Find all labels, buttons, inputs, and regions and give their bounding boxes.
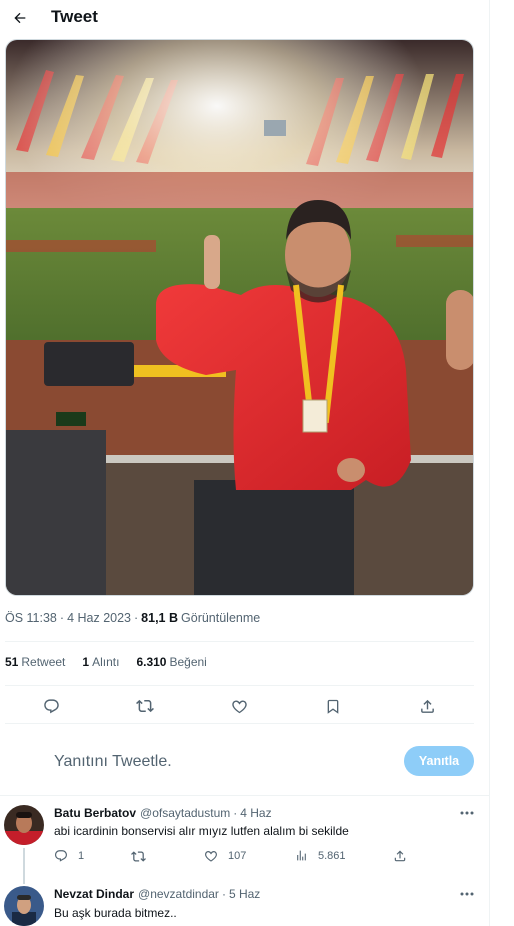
- reply-author-name[interactable]: Batu Berbatov: [54, 806, 136, 820]
- page-title: Tweet: [51, 7, 98, 26]
- reply-text: Bu aşk burada bitmez..: [54, 906, 177, 920]
- share-button[interactable]: [414, 693, 440, 719]
- tweet-time[interactable]: ÖS 11:38: [5, 611, 57, 625]
- page-header: Tweet: [0, 0, 489, 36]
- divider: [5, 641, 474, 642]
- divider: [0, 795, 489, 796]
- reply-submit-button[interactable]: Yanıtla: [404, 746, 474, 776]
- reply-reply-button[interactable]: 1: [54, 849, 84, 863]
- avatar[interactable]: [4, 886, 44, 926]
- more-options-button[interactable]: [456, 887, 478, 901]
- tweet-action-bar: [5, 690, 474, 720]
- reply-author-handle[interactable]: @ofsaytadustum: [140, 806, 230, 820]
- quote-stat[interactable]: 1 Alıntı: [82, 655, 119, 669]
- views-chart-icon: [297, 850, 306, 861]
- reply-time[interactable]: 5 Haz: [229, 887, 260, 901]
- reply-time[interactable]: 4 Haz: [240, 806, 271, 820]
- like-icon: [231, 699, 247, 713]
- retweet-icon: [136, 699, 154, 713]
- reply-author-handle[interactable]: @nevzatdindar: [138, 887, 219, 901]
- stadium-photo-illustration: [6, 40, 473, 595]
- tweet-stats: 51 Retweet 1 Alıntı 6.310 Beğeni: [5, 655, 224, 669]
- like-stat[interactable]: 6.310 Beğeni: [136, 655, 206, 669]
- reply-composer: Yanıtla: [0, 735, 489, 790]
- divider: [5, 685, 474, 686]
- reply-input[interactable]: [54, 751, 354, 773]
- more-icon: [460, 811, 474, 815]
- tweet-date[interactable]: 4 Haz 2023: [67, 611, 131, 625]
- reply-header: Batu Berbatov @ofsaytadustum · 4 Haz: [54, 806, 272, 820]
- reply-header: Nevzat Dindar @nevzatdindar · 5 Haz: [54, 887, 261, 901]
- retweet-icon: [131, 851, 146, 862]
- reply-retweet-button[interactable]: [131, 849, 156, 864]
- reply-action-bar: 1 107 5.861: [0, 849, 489, 869]
- more-options-button[interactable]: [456, 806, 478, 820]
- reply-text: abi icardinin bonservisi alır mıyız lutf…: [54, 824, 349, 838]
- arrow-left-icon: [14, 12, 26, 24]
- retweet-button[interactable]: [132, 693, 158, 719]
- more-icon: [460, 892, 474, 896]
- reply-button[interactable]: [38, 693, 64, 719]
- share-icon: [394, 850, 406, 862]
- views-count: 81,1 B: [141, 611, 179, 625]
- reply-icon: [43, 698, 59, 713]
- like-icon: [205, 851, 217, 862]
- back-button[interactable]: [4, 2, 36, 34]
- avatar[interactable]: [4, 805, 44, 845]
- reply-author-name[interactable]: Nevzat Dindar: [54, 887, 134, 901]
- tweet-detail-column: Tweet ÖS 11:38 · 4 Haz 2023 · 81,1 B Gör…: [0, 0, 490, 926]
- reply-views-button[interactable]: 5.861: [295, 849, 346, 862]
- divider: [5, 723, 474, 724]
- tweet-meta: ÖS 11:38 · 4 Haz 2023 · 81,1 B Görüntüle…: [5, 611, 261, 625]
- reply-icon: [55, 850, 67, 862]
- reply-like-button[interactable]: 107: [204, 849, 246, 863]
- bookmark-button[interactable]: [320, 693, 346, 719]
- reply-share-button[interactable]: [393, 849, 407, 863]
- views-label: Görüntülenme: [181, 611, 261, 625]
- share-icon: [420, 699, 434, 713]
- thread-connector-line: [23, 848, 25, 884]
- tweet-photo[interactable]: [5, 39, 474, 596]
- bookmark-icon: [327, 699, 339, 714]
- like-button[interactable]: [226, 693, 252, 719]
- retweet-stat[interactable]: 51 Retweet: [5, 655, 65, 669]
